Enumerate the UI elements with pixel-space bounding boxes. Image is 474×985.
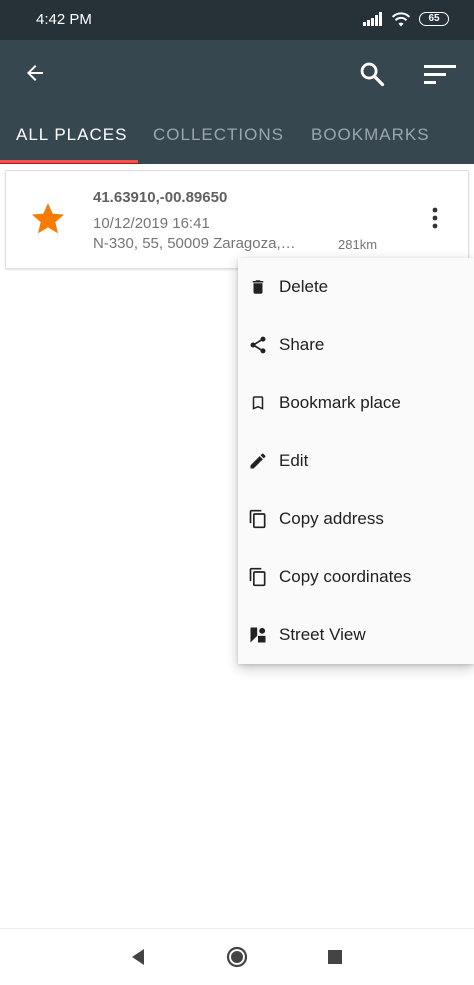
context-menu: Delete Share Bookmark place Edit Copy ad…: [238, 258, 474, 664]
sort-icon: [424, 65, 456, 84]
menu-label-street-view: Street View: [279, 625, 366, 644]
menu-item-share[interactable]: Share: [238, 316, 474, 374]
more-options-button[interactable]: [424, 205, 446, 231]
status-icons: 65: [363, 11, 449, 27]
trash-icon: [248, 277, 268, 297]
arrow-left-icon: [27, 65, 43, 81]
menu-item-delete[interactable]: Delete: [238, 258, 474, 316]
nav-back-icon[interactable]: [128, 947, 148, 967]
place-coordinates: 41.63910,-00.89650: [93, 189, 228, 206]
battery-icon: 65: [419, 12, 449, 26]
wifi-icon: [391, 12, 411, 27]
nav-home-icon[interactable]: [226, 946, 248, 968]
star-icon: [32, 203, 64, 234]
search-icon: [360, 62, 385, 87]
back-button[interactable]: [20, 58, 50, 88]
more-vert-icon: [432, 207, 438, 229]
menu-item-edit[interactable]: Edit: [238, 432, 474, 490]
nav-recents-icon[interactable]: [328, 950, 342, 964]
search-button[interactable]: [356, 58, 388, 90]
copy-icon: [248, 567, 268, 587]
system-nav-bar: [0, 928, 474, 985]
menu-item-bookmark-place[interactable]: Bookmark place: [238, 374, 474, 432]
sort-button[interactable]: [422, 58, 458, 90]
menu-item-street-view[interactable]: Street View: [238, 606, 474, 664]
pencil-icon: [248, 451, 268, 471]
menu-label-copy-coordinates: Copy coordinates: [279, 567, 412, 586]
menu-item-copy-coordinates[interactable]: Copy coordinates: [238, 548, 474, 606]
tab-bar: ALL PLACES COLLECTIONS BOOKMARKS: [0, 120, 474, 164]
app-bar: ALL PLACES COLLECTIONS BOOKMARKS: [0, 40, 474, 164]
place-card[interactable]: 41.63910,-00.89650 10/12/2019 16:41 N-33…: [5, 170, 469, 269]
menu-label-share: Share: [279, 335, 325, 354]
tab-indicator: [0, 160, 138, 163]
street-view-icon: [248, 625, 268, 645]
signal-icon: [363, 12, 382, 26]
menu-label-bookmark-place: Bookmark place: [279, 393, 401, 412]
menu-item-copy-address[interactable]: Copy address: [238, 490, 474, 548]
status-time: 4:42 PM: [36, 11, 92, 28]
place-date: 10/12/2019 16:41: [93, 215, 210, 232]
menu-label-delete: Delete: [279, 277, 329, 296]
menu-label-copy-address: Copy address: [279, 509, 384, 528]
menu-label-edit: Edit: [279, 451, 309, 470]
tab-all-places[interactable]: ALL PLACES: [16, 125, 127, 145]
place-address: N-330, 55, 50009 Zaragoza,…: [93, 235, 296, 252]
copy-icon: [248, 509, 268, 529]
tab-collections[interactable]: COLLECTIONS: [153, 125, 284, 145]
place-distance: 281km: [338, 237, 378, 252]
bookmark-icon: [248, 393, 268, 413]
share-icon: [248, 335, 268, 355]
status-bar: 4:42 PM 65: [0, 0, 474, 40]
tab-bookmarks[interactable]: BOOKMARKS: [311, 125, 430, 145]
